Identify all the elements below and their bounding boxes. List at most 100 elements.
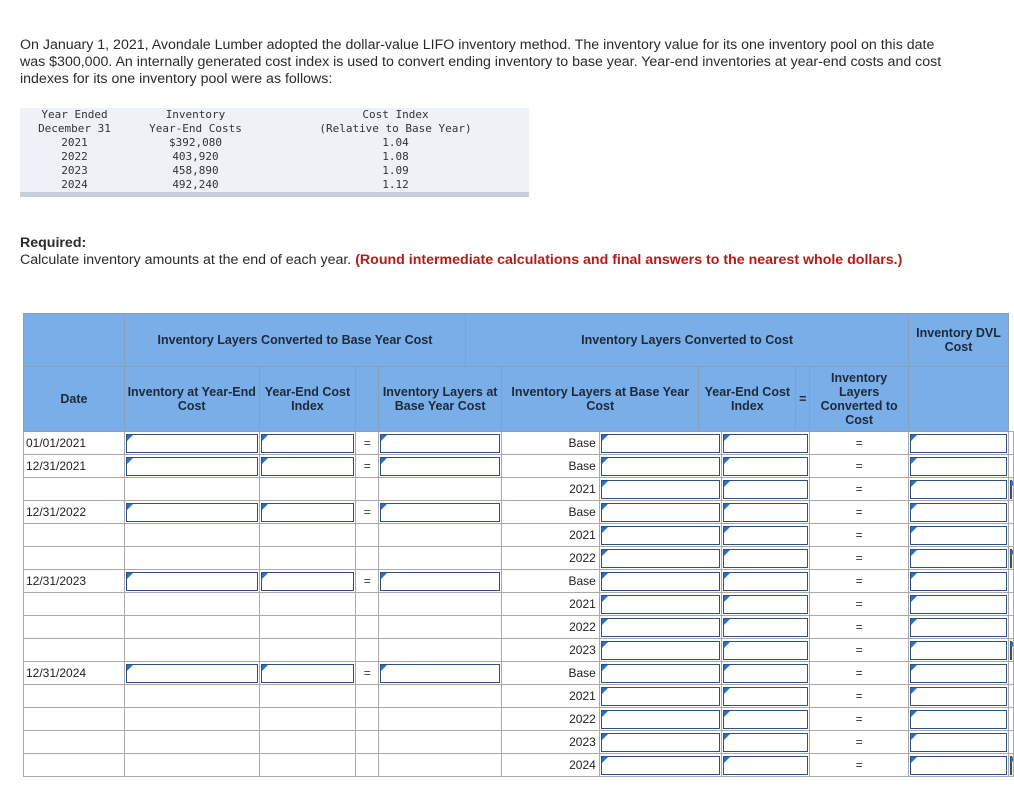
header-date: Date [23,366,125,432]
equals-sign: = [809,615,910,639]
layer-base-cost-input[interactable] [600,502,721,522]
layer-base-cost-input[interactable] [600,479,721,499]
layer-converted-input[interactable] [910,663,1007,683]
layer-label: Base [501,569,600,593]
layer-base-cost-input[interactable] [600,663,721,683]
dvl-cost-cell [1008,569,1014,593]
layer-converted-input[interactable] [910,594,1007,614]
dvl-cost-input[interactable] [1010,548,1013,568]
layer-index-input[interactable] [723,479,809,499]
layer-converted-input[interactable] [910,732,1007,752]
layer-converted-input[interactable] [910,433,1007,453]
inventory-year-end-cell [123,500,260,524]
layer-base-cost-cell [598,546,723,570]
inventory-base-year-input[interactable] [380,571,501,591]
dvl-cost-cell [1008,730,1014,754]
dvl-cost-input[interactable] [1010,640,1013,660]
layer-base-cost-input[interactable] [600,732,721,752]
year-end-index-input[interactable] [260,502,355,522]
inventory-year-end-input[interactable] [125,456,258,476]
year-end-index-input[interactable] [260,663,355,683]
layer-label: 2022 [501,615,600,639]
layer-base-cost-input[interactable] [600,640,721,660]
layer-converted-input[interactable] [910,502,1007,522]
layer-converted-input[interactable] [910,479,1007,499]
inventory-year-end-cell [123,569,260,593]
problem-intro: On January 1, 2021, Avondale Lumber adop… [20,37,960,88]
layer-converted-input[interactable] [910,755,1007,775]
inventory-base-year-input[interactable] [380,456,501,476]
header-year-end-index-2: Year-End Cost Index [698,366,797,432]
empty-cell [123,730,260,754]
layer-index-cell [721,500,811,524]
layer-index-input[interactable] [723,456,809,476]
layer-index-input[interactable] [723,686,809,706]
layer-index-input[interactable] [723,617,809,637]
dvl-cost-input[interactable] [1010,755,1013,775]
empty-cell [355,592,380,616]
layer-index-input[interactable] [723,571,809,591]
layer-label: 2021 [501,477,600,501]
layer-converted-input[interactable] [910,548,1007,568]
empty-cell [258,684,357,708]
layer-index-input[interactable] [723,548,809,568]
inventory-year-end-input[interactable] [125,433,258,453]
layer-converted-input[interactable] [910,525,1007,545]
inventory-year-end-input[interactable] [125,663,258,683]
layer-base-cost-cell [598,477,723,501]
year-end-index-cell [258,569,357,593]
empty-cell [378,730,503,754]
inventory-base-year-input[interactable] [380,502,501,522]
layer-base-cost-cell [598,661,723,685]
layer-index-cell [721,753,811,777]
empty-cell [258,546,357,570]
header-group-cost: Inventory Layers Converted to Cost [465,313,910,367]
dvl-cost-input[interactable] [1010,479,1013,499]
equals-sign: = [355,500,380,524]
layer-converted-input[interactable] [910,456,1007,476]
layer-index-input[interactable] [723,433,809,453]
inventory-year-end-input[interactable] [125,571,258,591]
layer-converted-input[interactable] [910,709,1007,729]
layer-index-input[interactable] [723,502,809,522]
layer-converted-cell [908,684,1009,708]
dvl-cost-cell [1008,546,1014,570]
layer-index-input[interactable] [723,525,809,545]
given-year: 2023 [61,164,88,177]
inventory-year-end-input[interactable] [125,502,258,522]
layer-base-cost-input[interactable] [600,594,721,614]
layer-base-cost-input[interactable] [600,571,721,591]
layer-index-input[interactable] [723,594,809,614]
layer-index-input[interactable] [723,709,809,729]
layer-base-cost-input[interactable] [600,548,721,568]
inventory-base-year-input[interactable] [380,433,501,453]
table-row: 12/31/2022 = Base = [23,500,1014,524]
layer-base-cost-input[interactable] [600,686,721,706]
layer-base-cost-input[interactable] [600,433,721,453]
year-end-index-input[interactable] [260,456,355,476]
year-end-index-input[interactable] [260,433,355,453]
layer-converted-input[interactable] [910,571,1007,591]
table-row: 2022 = [23,615,1014,639]
layer-converted-cell [908,431,1009,455]
layer-base-cost-input[interactable] [600,709,721,729]
layer-base-cost-input[interactable] [600,755,721,775]
year-end-index-input[interactable] [260,571,355,591]
table-row: 12/31/2023 = Base = [23,569,1014,593]
layer-converted-input[interactable] [910,617,1007,637]
given-year: 2021 [61,136,88,149]
inventory-base-year-input[interactable] [380,663,501,683]
layer-index-input[interactable] [723,663,809,683]
layer-base-cost-input[interactable] [600,617,721,637]
layer-index-input[interactable] [723,732,809,752]
layer-converted-input[interactable] [910,686,1007,706]
layer-base-cost-input[interactable] [600,456,721,476]
layer-index-input[interactable] [723,755,809,775]
dvl-cost-cell [1008,615,1014,639]
empty-cell [355,684,380,708]
layer-index-input[interactable] [723,640,809,660]
layer-index-cell [721,592,811,616]
layer-base-cost-input[interactable] [600,525,721,545]
layer-converted-input[interactable] [910,640,1007,660]
header-equals: = [795,366,811,432]
